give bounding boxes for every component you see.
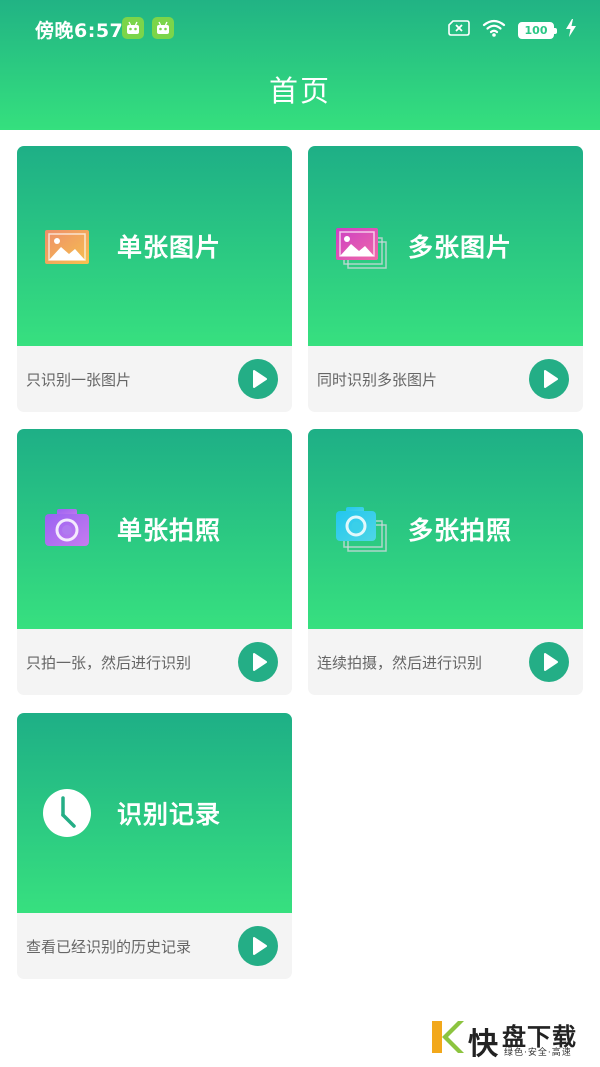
play-icon — [253, 370, 267, 388]
page-title: 首页 — [268, 74, 331, 108]
card-title: 多张拍照 — [408, 516, 513, 545]
play-icon — [544, 653, 558, 671]
play-button[interactable] — [238, 359, 278, 399]
play-icon — [253, 653, 267, 671]
multi-image-icon — [334, 222, 388, 270]
card-description: 查看已经识别的历史记录 — [26, 938, 192, 956]
card-title: 单张拍照 — [117, 516, 222, 545]
card-banner: 单张图片 — [17, 146, 292, 346]
status-bar: 傍晚6:57 100 — [0, 0, 600, 58]
card-description: 只识别一张图片 — [26, 371, 132, 389]
wifi-icon — [482, 18, 506, 42]
card-footer: 连续拍摄，然后进行识别 — [308, 629, 583, 695]
card-history[interactable]: 识别记录 查看已经识别的历史记录 — [17, 713, 292, 979]
watermark-logo-icon — [430, 1019, 466, 1055]
play-icon — [544, 370, 558, 388]
card-banner: 单张拍照 — [17, 429, 292, 629]
camera-icon — [43, 505, 97, 553]
play-button[interactable] — [238, 926, 278, 966]
card-multi-image[interactable]: 多张图片 同时识别多张图片 — [308, 146, 583, 412]
card-footer: 同时识别多张图片 — [308, 346, 583, 412]
battery-level: 100 — [524, 23, 548, 37]
play-button[interactable] — [529, 359, 569, 399]
card-title: 单张图片 — [117, 233, 222, 262]
battery-icon: 100 — [518, 21, 557, 39]
card-banner: 多张图片 — [308, 146, 583, 346]
card-description: 同时识别多张图片 — [317, 371, 438, 389]
app-header: 傍晚6:57 100 首页 — [0, 0, 600, 130]
card-footer: 只拍一张，然后进行识别 — [17, 629, 292, 695]
play-button[interactable] — [238, 642, 278, 682]
card-footer: 只识别一张图片 — [17, 346, 292, 412]
watermark: 快 盘下载 绿色·安全·高速 — [430, 1017, 595, 1062]
play-button[interactable] — [529, 642, 569, 682]
android-robot-icon — [122, 17, 144, 39]
image-icon — [43, 222, 97, 270]
android-robot-icon — [152, 17, 174, 39]
status-time: 傍晚6:57 — [35, 20, 124, 42]
card-title: 识别记录 — [117, 800, 222, 829]
clock-icon — [41, 787, 95, 837]
card-description: 只拍一张，然后进行识别 — [26, 654, 192, 672]
card-title: 多张图片 — [408, 233, 513, 262]
card-banner: 识别记录 — [17, 713, 292, 913]
play-icon — [253, 937, 267, 955]
card-multi-photo[interactable]: 多张拍照 连续拍摄，然后进行识别 — [308, 429, 583, 695]
watermark-kuai: 快 — [468, 1027, 498, 1062]
status-icons: 100 — [448, 18, 576, 42]
card-single-photo[interactable]: 单张拍照 只拍一张，然后进行识别 — [17, 429, 292, 695]
sim-x-icon — [448, 19, 470, 41]
card-footer: 查看已经识别的历史记录 — [17, 913, 292, 979]
charging-icon — [566, 19, 576, 41]
card-banner: 多张拍照 — [308, 429, 583, 629]
multi-camera-icon — [334, 505, 388, 553]
card-single-image[interactable]: 单张图片 只识别一张图片 — [17, 146, 292, 412]
watermark-tagline: 绿色·安全·高速 — [504, 1048, 572, 1058]
card-description: 连续拍摄，然后进行识别 — [317, 654, 483, 672]
